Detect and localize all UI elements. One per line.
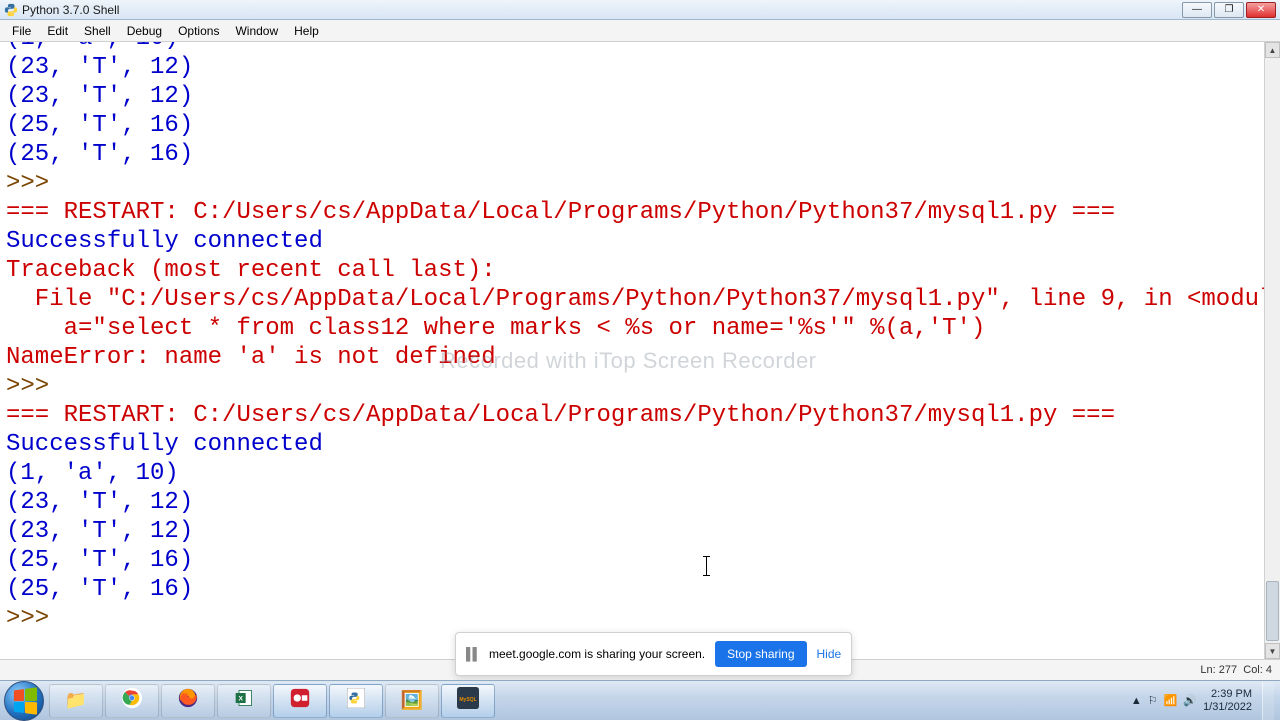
tray-network-icon[interactable]: 📶 <box>1164 694 1178 707</box>
menu-debug[interactable]: Debug <box>119 22 170 40</box>
menu-shell[interactable]: Shell <box>76 22 119 40</box>
tray-date: 1/31/2022 <box>1203 701 1252 714</box>
excel-icon: X <box>234 688 254 713</box>
scroll-down-button[interactable]: ▼ <box>1265 643 1280 659</box>
tray-up-icon[interactable]: ▲ <box>1131 695 1142 707</box>
chrome-icon <box>121 687 143 714</box>
maximize-button[interactable]: ❐ <box>1214 2 1244 18</box>
hide-share-button[interactable]: Hide <box>817 647 842 661</box>
taskbar-mysql[interactable]: MySQL <box>441 684 495 718</box>
menu-options[interactable]: Options <box>170 22 227 40</box>
taskbar: 📁 X 🖼️ MySQL ▲ ⚐ 📶 🔊 2:39 PM 1/31/2022 <box>0 680 1280 720</box>
tray-flag-icon[interactable]: ⚐ <box>1148 694 1158 707</box>
titlebar: Python 3.7.0 Shell — ❐ ✕ <box>0 0 1280 20</box>
status-col: Col: 4 <box>1243 664 1272 676</box>
taskbar-idle[interactable] <box>329 684 383 718</box>
taskbar-firefox[interactable] <box>161 684 215 718</box>
share-text: meet.google.com is sharing your screen. <box>489 647 705 661</box>
system-tray: ▲ ⚐ 📶 🔊 2:39 PM 1/31/2022 <box>1125 682 1280 720</box>
show-desktop-button[interactable] <box>1262 682 1274 720</box>
mysql-icon: MySQL <box>457 687 479 714</box>
status-line: Ln: 277 <box>1200 664 1237 676</box>
python-icon <box>4 3 18 17</box>
start-button[interactable] <box>4 681 44 721</box>
scrollbar[interactable]: ▲ ▼ <box>1264 42 1280 659</box>
scroll-thumb[interactable] <box>1266 581 1279 641</box>
taskbar-recorder[interactable] <box>273 684 327 718</box>
menu-file[interactable]: File <box>4 22 39 40</box>
svg-text:MySQL: MySQL <box>459 697 476 703</box>
scroll-up-button[interactable]: ▲ <box>1265 42 1280 58</box>
taskbar-excel[interactable]: X <box>217 684 271 718</box>
menu-edit[interactable]: Edit <box>39 22 76 40</box>
svg-text:X: X <box>238 696 243 703</box>
window-controls: — ❐ ✕ <box>1182 2 1276 18</box>
taskbar-pictures[interactable]: 🖼️ <box>385 684 439 718</box>
folder-icon: 📁 <box>65 690 87 711</box>
minimize-button[interactable]: — <box>1182 2 1212 18</box>
menu-window[interactable]: Window <box>227 22 286 40</box>
firefox-icon <box>177 687 199 714</box>
close-button[interactable]: ✕ <box>1246 2 1276 18</box>
taskbar-explorer[interactable]: 📁 <box>49 684 103 718</box>
recorder-icon <box>289 687 311 714</box>
python-file-icon <box>347 688 365 713</box>
window-title: Python 3.7.0 Shell <box>22 3 1182 17</box>
text-cursor-icon <box>706 556 707 576</box>
stop-sharing-button[interactable]: Stop sharing <box>715 641 806 667</box>
tray-volume-icon[interactable]: 🔊 <box>1183 694 1197 707</box>
taskbar-chrome[interactable] <box>105 684 159 718</box>
shell-output[interactable]: (1, 'a', 10)(23, 'T', 12)(23, 'T', 12)(2… <box>0 42 1264 659</box>
picture-icon: 🖼️ <box>401 690 423 711</box>
pause-icon: ▌▌ <box>466 647 479 661</box>
screen-share-popup: ▌▌ meet.google.com is sharing your scree… <box>455 632 852 676</box>
menu-help[interactable]: Help <box>286 22 327 40</box>
tray-clock[interactable]: 2:39 PM 1/31/2022 <box>1203 688 1256 714</box>
tray-time: 2:39 PM <box>1203 688 1252 701</box>
menubar: File Edit Shell Debug Options Window Hel… <box>0 20 1280 42</box>
